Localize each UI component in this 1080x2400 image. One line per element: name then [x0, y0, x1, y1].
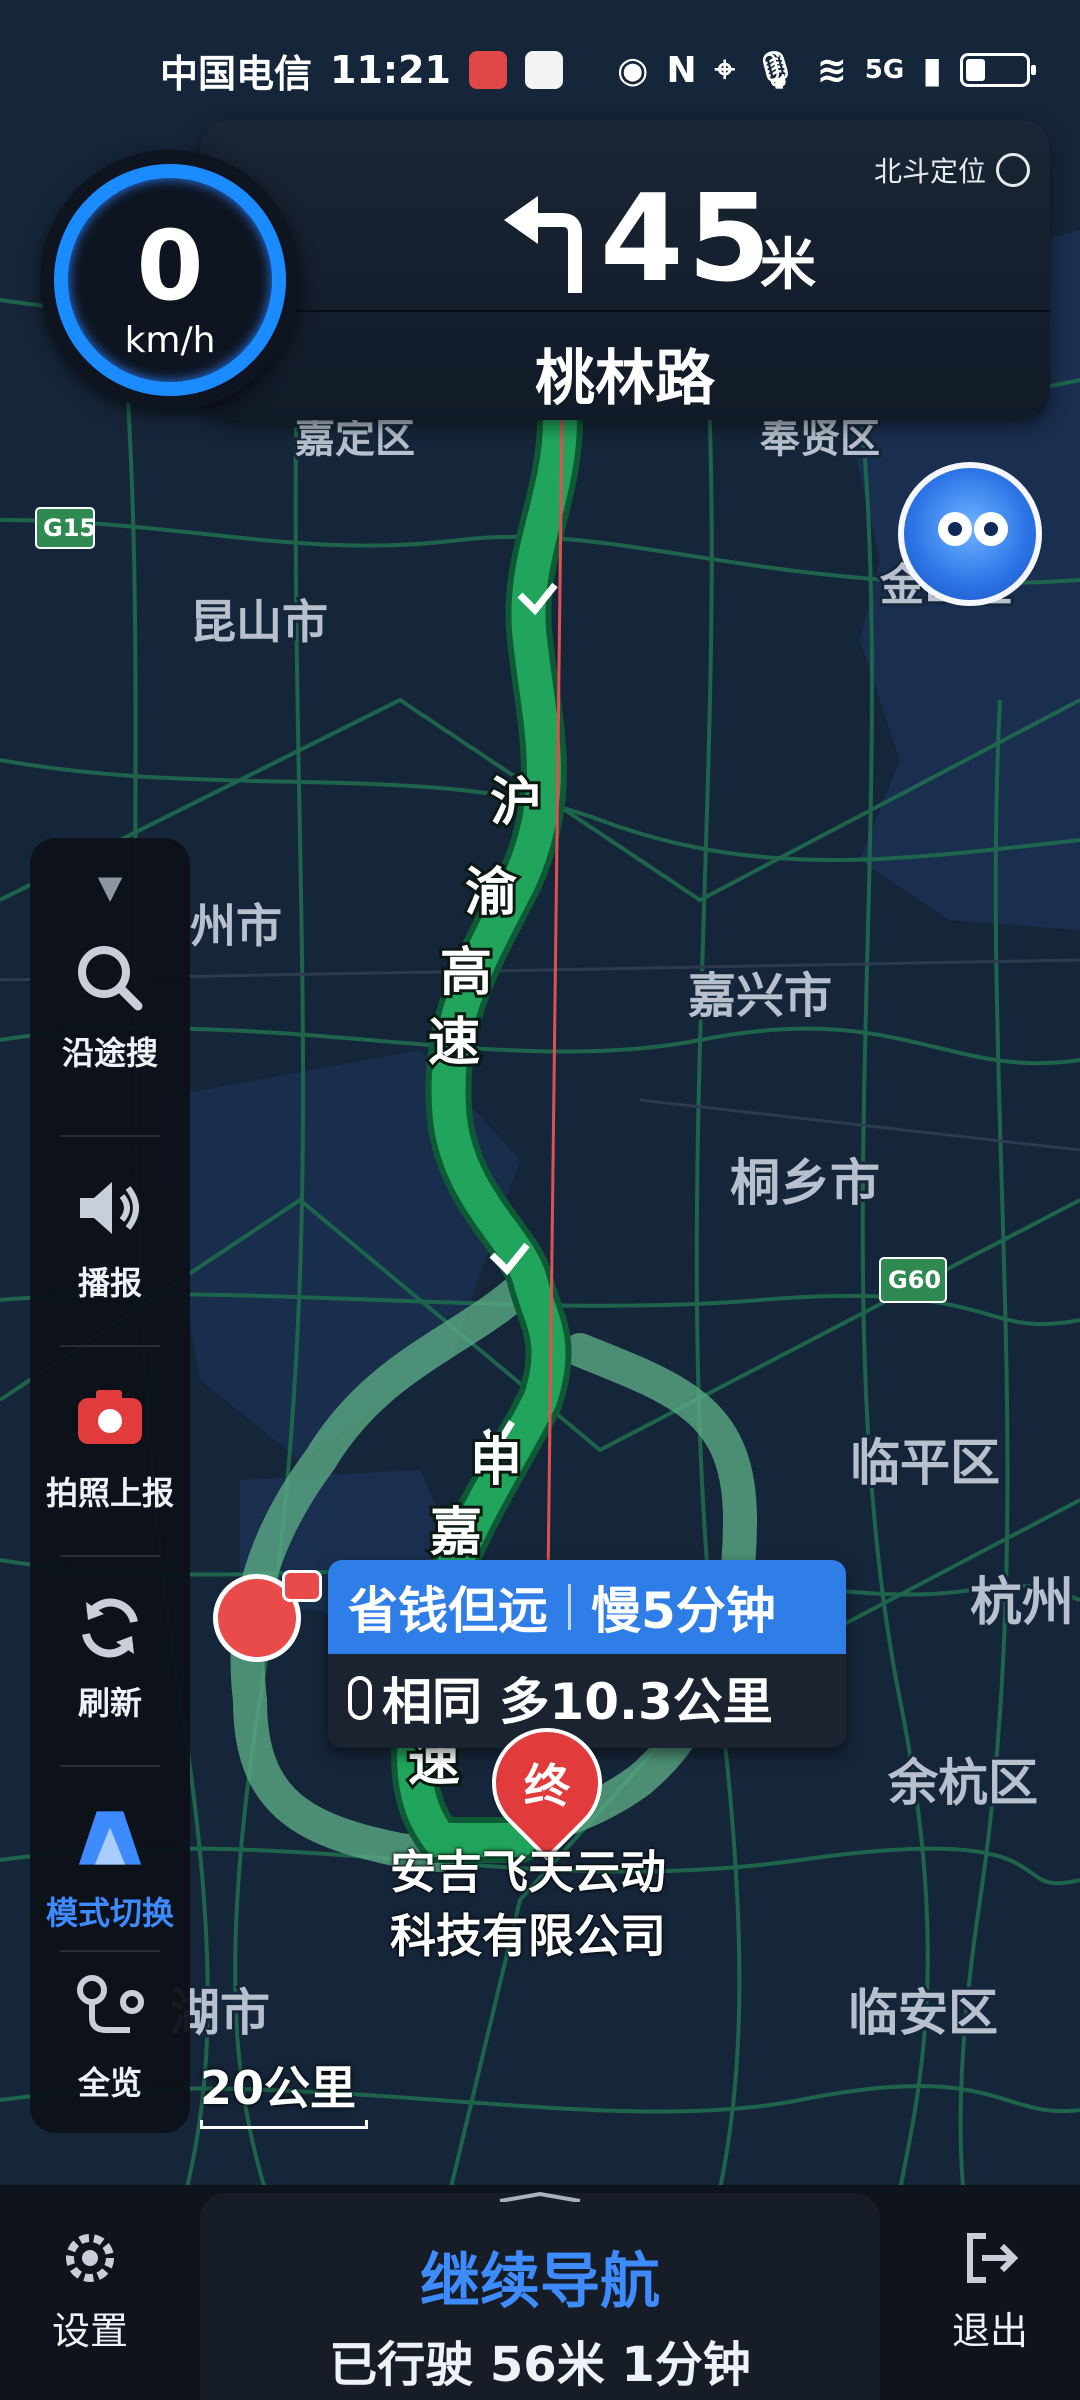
assistant-eye [974, 512, 1008, 546]
overview-icon [70, 1968, 150, 2048]
route-name-char: 沪 [490, 773, 542, 833]
eye-icon: ◉ [617, 49, 649, 91]
highway-shield: G60 [888, 1266, 941, 1294]
gear-icon [66, 2233, 114, 2282]
destination-name-line: 安吉飞天云动 [390, 1845, 666, 1899]
route-name-char: 渝 [465, 863, 517, 923]
photo-report-button[interactable]: 拍照上报 [30, 1348, 190, 1543]
side-item-label: 全览 [77, 2063, 142, 2102]
alternate-route-header: 省钱但远 慢5分钟 [328, 1560, 846, 1654]
nfc-icon: N [666, 49, 697, 91]
divider [60, 1345, 160, 1347]
destination-name-line: 科技有限公司 [390, 1909, 666, 1963]
divider [200, 310, 1050, 312]
route-name-char: 高 [440, 943, 492, 1003]
exit-icon [967, 2232, 1019, 2283]
positioning-label: 北斗定位 [873, 155, 986, 188]
place-label: 奉贤区 [760, 416, 880, 462]
overview-button[interactable]: 全览 [30, 1938, 190, 2133]
place-label: 州市 [190, 899, 282, 953]
place-label: 昆山市 [190, 595, 328, 649]
place-label: 临安区 [848, 1984, 998, 2042]
route-name-char: 嘉 [430, 1503, 482, 1563]
highway-shield: G15 [43, 514, 96, 542]
carrier-name: 中国电信 [160, 51, 313, 96]
divider [60, 1765, 160, 1767]
map-scale: 20公里 [200, 2052, 368, 2129]
scale-bar [200, 2120, 368, 2129]
side-item-label: 沿途搜 [61, 1033, 158, 1072]
divider [568, 1584, 571, 1630]
refresh-button[interactable]: 刷新 [30, 1558, 190, 1753]
positioning-status: 北斗定位 [874, 150, 1030, 190]
distance-unit: 米 [760, 233, 816, 298]
mode-switch-button[interactable]: 模式切换 [30, 1768, 190, 1963]
satellite-icon [996, 153, 1030, 187]
battery-icon [960, 53, 1036, 87]
divider [60, 1135, 160, 1137]
settings-button[interactable]: 设置 [15, 2215, 165, 2365]
notification-icon [524, 51, 563, 89]
driven-summary: 已行驶 56米 1分钟 [329, 2337, 751, 2393]
voice-assistant-button[interactable] [898, 462, 1042, 606]
side-item-label: 刷新 [77, 1683, 142, 1722]
speed-unit: km/h [124, 320, 216, 361]
alt-route-detail-text: 相同 多10.3公里 [382, 1673, 773, 1731]
search-along-route-button[interactable]: 沿途搜 [30, 908, 190, 1103]
alternate-route-detail: 相同 多10.3公里 [348, 1662, 773, 1734]
next-road-name: 桃林路 [535, 344, 715, 414]
place-label: 余杭区 [887, 1754, 1038, 1812]
continue-navigation-button[interactable]: 继续导航 已行驶 56米 1分钟 [200, 2193, 880, 2400]
place-label: 桐乡市 [730, 1154, 880, 1212]
bottom-bar: 设置 继续导航 已行驶 56米 1分钟 退出 [0, 2185, 1080, 2400]
status-bar: 中国电信 11:21 ◉ N ⌖ 🎙 ≋ 5G ▮ [0, 0, 1080, 140]
clock: 11:21 [330, 48, 451, 92]
exit-button[interactable]: 退出 [915, 2215, 1065, 2365]
drag-handle-icon[interactable] [490, 2192, 590, 2202]
route-name-char: 速 [428, 1013, 480, 1073]
place-label: 临平区 [850, 1434, 1000, 1492]
side-item-label: 播报 [77, 1263, 142, 1302]
settings-label: 设置 [51, 2308, 128, 2353]
huawei-app-icon [468, 51, 507, 89]
destination-name: 安吉飞天云动 科技有限公司 [390, 1840, 666, 1968]
alt-route-delay: 慢5分钟 [591, 1582, 776, 1640]
turn-distance: 45 [600, 170, 775, 309]
search-icon [70, 938, 150, 1018]
speaker-icon [70, 1168, 150, 1248]
alternate-route-label[interactable]: 省钱但远 慢5分钟 相同 多10.3公里 [328, 1560, 846, 1748]
signal-icon: ▮ [922, 49, 942, 91]
speedometer: 0 km/h [40, 150, 300, 410]
divider [60, 1555, 160, 1557]
place-label: 嘉兴市 [688, 968, 832, 1024]
message-badge-icon [282, 1570, 322, 1602]
place-label: 杭州 [970, 1573, 1074, 1633]
side-item-label: 模式切换 [45, 1893, 174, 1932]
collapse-chevron-icon[interactable]: ▼ [30, 868, 190, 906]
refresh-icon [70, 1588, 150, 1668]
location-icon: ⌖ [714, 49, 735, 90]
left-turn-arrow-icon [504, 196, 582, 293]
exit-label: 退出 [951, 2308, 1028, 2353]
traffic-light-icon [348, 1676, 372, 1720]
guidance-card[interactable]: 45 米 北斗定位 桃林路 [200, 120, 1050, 420]
destination-pin-label: 终 [524, 1759, 570, 1813]
assistant-eye [938, 512, 972, 546]
camera-icon [70, 1378, 150, 1458]
broadcast-button[interactable]: 播报 [30, 1138, 190, 1333]
mic-icon: 🎙 [752, 50, 799, 91]
route-name-char: 申 [470, 1433, 522, 1493]
place-label: 嘉定区 [295, 416, 415, 462]
side-item-label: 拍照上报 [45, 1473, 174, 1512]
wifi-icon: ≋ [816, 49, 847, 91]
continue-label: 继续导航 [420, 2247, 660, 2317]
side-toolbar: ▼ 沿途搜 播报 拍照上报 刷新 模式切换 全览 [30, 838, 190, 2133]
network-type: 5G [864, 55, 905, 85]
speed-value: 0 [136, 210, 204, 322]
alt-route-title: 省钱但远 [348, 1582, 548, 1640]
mode-switch-icon [70, 1798, 150, 1878]
scale-text: 20公里 [200, 2061, 357, 2115]
